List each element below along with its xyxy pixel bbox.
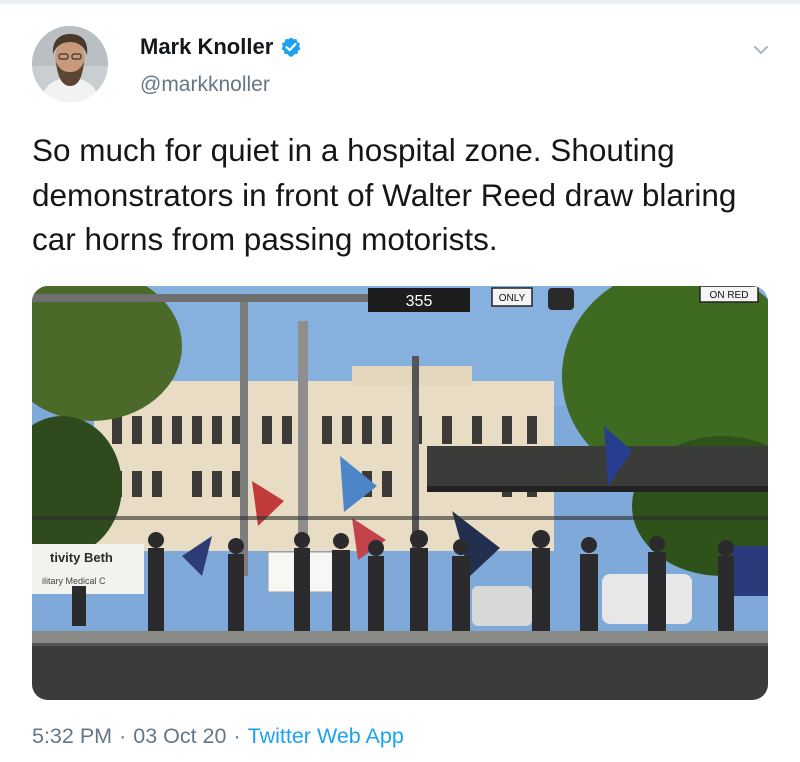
route-sign: 355 bbox=[406, 293, 433, 310]
on-red-sign: ON RED bbox=[710, 290, 749, 301]
chevron-down-icon[interactable] bbox=[750, 42, 772, 58]
meta-separator: · bbox=[119, 724, 127, 748]
author-name-row[interactable]: Mark Knoller bbox=[140, 34, 302, 60]
user-avatar-icon bbox=[32, 26, 108, 102]
banner-subtext: ilitary Medical C bbox=[42, 576, 106, 586]
tweet-card: Mark Knoller @markknoller So much for qu… bbox=[0, 0, 800, 762]
author-avatar[interactable] bbox=[32, 26, 108, 102]
banner-text: tivity Beth bbox=[50, 550, 113, 565]
protest-scene-image: 355 ONLY ON RED tivity Beth ilitary Medi… bbox=[32, 286, 768, 700]
meta-separator: · bbox=[233, 724, 241, 748]
only-sign: ONLY bbox=[499, 293, 526, 304]
tweet-photo[interactable]: 355 ONLY ON RED tivity Beth ilitary Medi… bbox=[32, 286, 768, 700]
author-handle[interactable]: @markknoller bbox=[140, 73, 270, 97]
verified-badge-icon bbox=[280, 36, 302, 58]
author-display-name[interactable]: Mark Knoller bbox=[140, 34, 273, 60]
tweet-date[interactable]: 03 Oct 20 bbox=[133, 724, 226, 749]
tweet-meta: 5:32 PM · 03 Oct 20 · Twitter Web App bbox=[32, 724, 404, 749]
tweet-time[interactable]: 5:32 PM bbox=[32, 724, 112, 749]
tweet-source-link[interactable]: Twitter Web App bbox=[248, 724, 404, 749]
tweet-text: So much for quiet in a hospital zone. Sh… bbox=[32, 132, 737, 257]
